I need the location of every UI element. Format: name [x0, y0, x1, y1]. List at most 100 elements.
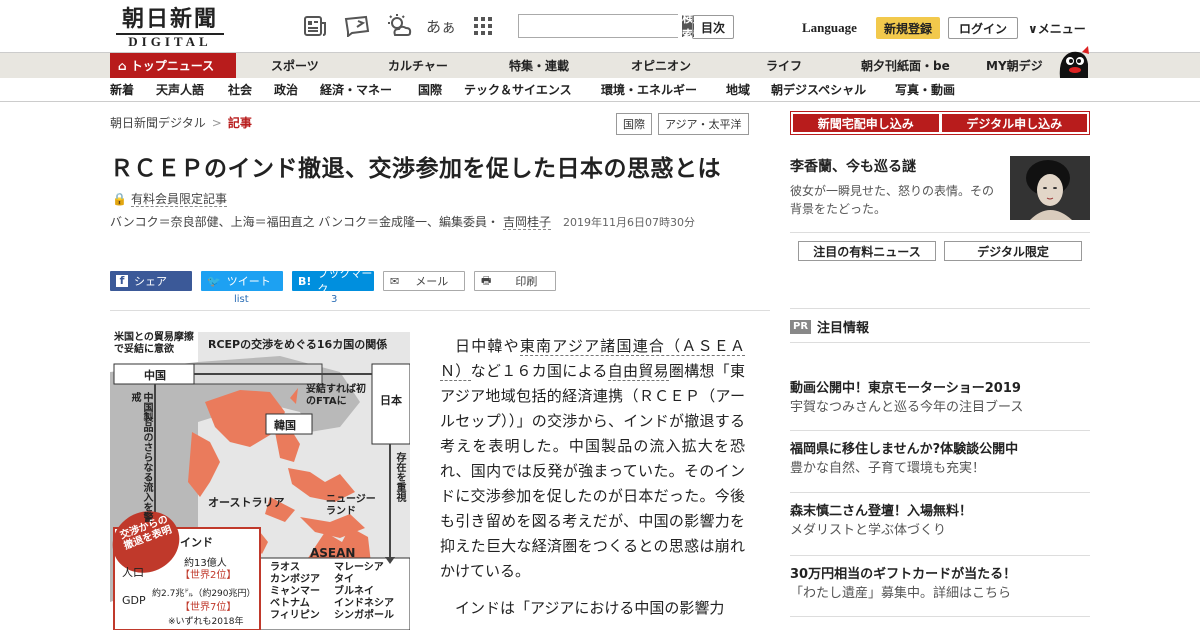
- site-logo[interactable]: 朝日新聞 DIGITAL: [112, 6, 228, 49]
- map-title: RCEPの交渉をめぐる16カ国の関係: [208, 338, 388, 351]
- map-asean-members: ラオス マレーシア カンボジア タイ ミャンマー ブルネイ ベトナム インドネシア フィ…: [270, 562, 394, 621]
- divider: [790, 555, 1090, 556]
- pr-item[interactable]: 森末慎二さん登壇！入場無料！ メダリストと学ぶ体づくり: [790, 503, 1090, 541]
- map-gdp-rank: 【世界7位】: [180, 602, 237, 613]
- map-china-note: 中国製品のさらなる流入を警戒: [129, 392, 152, 522]
- nav-international[interactable]: 国際: [418, 78, 442, 102]
- free-trade-link[interactable]: 自由貿易: [607, 362, 669, 381]
- pr-header: PR 注目情報: [790, 317, 869, 336]
- nav-my-asahi[interactable]: MY朝デジ: [986, 53, 1043, 79]
- nav-special[interactable]: 朝デジスペシャル: [771, 78, 866, 102]
- divider: [790, 430, 1090, 431]
- pr-item[interactable]: 福岡県に移住しませんか?体験談公開中 豊かな自然、子育て環境も充実！: [790, 441, 1090, 479]
- nav-top-news[interactable]: ⌂ トップニュース: [110, 53, 236, 79]
- article-paragraph: 日中韓や東南アジア諸国連合（ＡＳＥＡＮ）など１６カ国による自由貿易圏構想「東アジ…: [440, 337, 745, 580]
- primary-nav: ⌂ トップニュース スポーツ カルチャー 特集・連載 オピニオン ライフ 朝夕刊…: [0, 52, 1200, 79]
- nav-latest[interactable]: 新着: [110, 78, 134, 102]
- digital-subscribe-button[interactable]: デジタル申し込み: [941, 114, 1087, 132]
- map-china-label: 中国: [144, 369, 166, 382]
- pr-badge: PR: [790, 319, 812, 334]
- mail-button[interactable]: ✉ メール: [383, 271, 465, 291]
- breadcrumb: 朝日新聞デジタル > 記事: [110, 116, 252, 130]
- promo-card[interactable]: 李香蘭、今も巡る謎 彼女が一瞬見せた、怒りの表情。その背景をたどった。: [790, 156, 1090, 224]
- map-australia-label: オーストラリア: [208, 496, 285, 509]
- map-japan-label: 日本: [380, 394, 402, 407]
- grid-icon[interactable]: [468, 12, 498, 40]
- divider: [110, 310, 770, 311]
- twitter-share-button[interactable]: 🐦 ツイート: [201, 271, 283, 291]
- login-button[interactable]: ログイン: [948, 17, 1018, 39]
- header-icons: あぁ: [300, 12, 498, 40]
- member-only-label: 🔒 有料会員限定記事: [112, 192, 227, 207]
- divider: [790, 232, 1090, 233]
- nav-features[interactable]: 特集・連載: [509, 53, 569, 79]
- nav-economy[interactable]: 経済・マネー: [320, 78, 392, 102]
- map-asean-label: ASEAN: [310, 546, 356, 560]
- map-japan-note: 妥結すれば初のFTAに: [306, 384, 366, 407]
- mascot-icon[interactable]: [1056, 44, 1092, 78]
- pr-item[interactable]: 30万円相当のギフトカードが当たる！ 「わたし遺産」募集中。詳細はこちら: [790, 566, 1090, 604]
- newspaper-subscribe-button[interactable]: 新聞宅配申し込み: [793, 114, 939, 132]
- hatena-bookmark-button[interactable]: B! ブックマーク: [292, 267, 374, 296]
- rcep-map-graphic[interactable]: 米国との貿易摩擦で妥結に意欲 RCEPの交渉をめぐる16カ国の関係 中国 日本 …: [110, 332, 410, 630]
- nav-politics[interactable]: 政治: [274, 78, 298, 102]
- byline: バンコク＝奈良部健、上海＝福田直之 バンコク＝金成隆一、編集委員・ 吉岡桂子 201…: [110, 215, 696, 230]
- font-size-icon[interactable]: あぁ: [426, 12, 456, 40]
- map-korea-label: 韓国: [274, 419, 296, 432]
- language-link[interactable]: Language: [802, 20, 857, 36]
- nav-region[interactable]: 地域: [726, 78, 750, 102]
- search-input[interactable]: [519, 15, 682, 37]
- register-button[interactable]: 新規登録: [876, 17, 940, 39]
- tab-digital-only[interactable]: デジタル限定: [944, 241, 1082, 261]
- print-icon: 🖶: [481, 273, 492, 287]
- twitter-count[interactable]: list: [234, 294, 249, 305]
- site-header: 朝日新聞 DIGITAL あぁ 検 索 目次 Language 新規登録 ログイ…: [0, 0, 1200, 52]
- map-presence-note: 存在を重視: [394, 452, 405, 502]
- message-icon[interactable]: [342, 12, 372, 40]
- print-button[interactable]: 🖶 印刷: [474, 271, 556, 291]
- nav-environment[interactable]: 環境・エネルギー: [601, 78, 697, 102]
- nav-sports[interactable]: スポーツ: [271, 53, 319, 79]
- nav-photo[interactable]: 写真・動画: [895, 78, 955, 102]
- author-link[interactable]: 吉岡桂子: [503, 215, 552, 230]
- nav-tensei[interactable]: 天声人語: [156, 78, 204, 102]
- mail-icon: ✉: [390, 274, 400, 288]
- hatena-count[interactable]: 3: [331, 294, 337, 305]
- map-note: ※いずれも2018年: [168, 617, 244, 627]
- nav-life[interactable]: ライフ: [766, 53, 802, 79]
- breadcrumb-current: 記事: [227, 116, 252, 130]
- twitter-icon: 🐦: [207, 274, 221, 288]
- promo-desc: 彼女が一瞬見せた、怒りの表情。その背景をたどった。: [790, 184, 995, 216]
- tab-premium-news[interactable]: 注目の有料ニュース: [798, 241, 936, 261]
- map-pop-label: 人口: [122, 566, 144, 579]
- share-bar: f シェア 🐦 ツイート B! ブックマーク ✉ メール 🖶 印刷: [110, 267, 556, 296]
- map-india-label: インド: [180, 536, 213, 549]
- menu-button[interactable]: ∨メニュー: [1028, 20, 1086, 37]
- divider: [790, 492, 1090, 493]
- divider: [790, 616, 1090, 617]
- search-box: 検 索: [518, 11, 695, 42]
- divider: [790, 342, 1090, 343]
- map-gdp-label: GDP: [122, 594, 146, 607]
- nav-paper[interactable]: 朝夕刊紙面・be: [861, 53, 950, 79]
- lock-icon: 🔒: [112, 192, 127, 206]
- article-body: 日中韓や東南アジア諸国連合（ＡＳＥＡＮ）など１６カ国による自由貿易圏構想「東アジ…: [440, 334, 745, 633]
- newspaper-icon[interactable]: [300, 12, 330, 40]
- nav-culture[interactable]: カルチャー: [388, 53, 448, 79]
- breadcrumb-home[interactable]: 朝日新聞デジタル: [110, 116, 206, 130]
- weather-icon[interactable]: [384, 12, 414, 40]
- publish-date: 2019年11月6日07時30分: [563, 216, 696, 229]
- divider: [790, 308, 1090, 309]
- subscribe-buttons: 新聞宅配申し込み デジタル申し込み: [790, 111, 1090, 135]
- index-button[interactable]: 目次: [692, 15, 734, 39]
- map-pop-rank: 【世界2位】: [180, 570, 237, 581]
- nav-tech[interactable]: テック＆サイエンス: [464, 78, 572, 102]
- nav-society[interactable]: 社会: [228, 78, 252, 102]
- facebook-share-button[interactable]: f シェア: [110, 271, 192, 291]
- tag-asia-pacific[interactable]: アジア・太平洋: [658, 113, 749, 135]
- article-tags: 国際 アジア・太平洋: [616, 113, 749, 135]
- tag-international[interactable]: 国際: [616, 113, 652, 135]
- promo-photo: [1010, 156, 1090, 220]
- pr-item[interactable]: 動画公開中！東京モーターショー2019 宇賀なつみさんと巡る今年の注目ブース: [790, 380, 1090, 418]
- nav-opinion[interactable]: オピニオン: [631, 53, 691, 79]
